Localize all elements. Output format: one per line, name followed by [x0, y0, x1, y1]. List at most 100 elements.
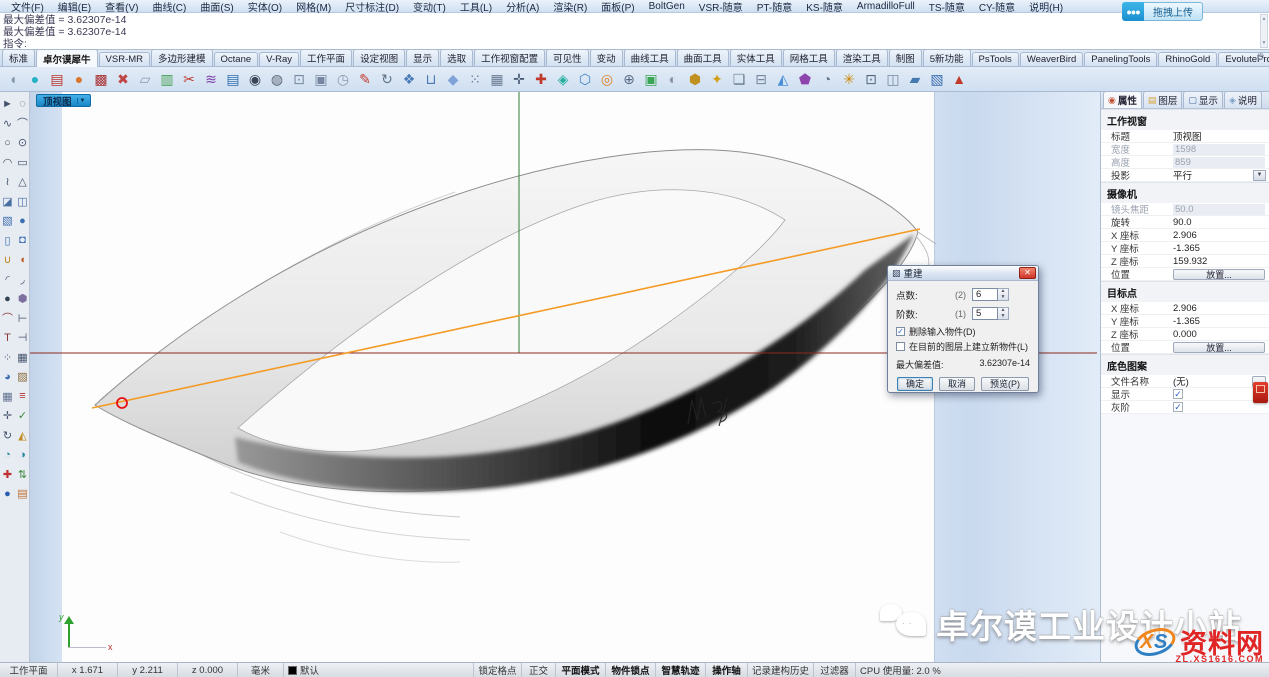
- menu-ts[interactable]: TS-随意: [922, 0, 972, 14]
- cup-tool-icon[interactable]: ⊔: [420, 68, 442, 91]
- sphere-icon[interactable]: ●: [15, 211, 30, 231]
- menu-curve[interactable]: 曲线(C): [145, 0, 193, 14]
- tab-weaverbird[interactable]: WeaverBird: [1020, 52, 1083, 66]
- document-icon[interactable]: ❏: [728, 68, 750, 91]
- blue-cube-icon[interactable]: ▧: [926, 68, 948, 91]
- camera-x-field[interactable]: 2.906: [1173, 230, 1269, 241]
- bar-icon[interactable]: ▰: [904, 68, 926, 91]
- current-layer-row[interactable]: 在目前的图层上建立新物件(L): [896, 340, 1030, 353]
- sweep-surface-icon[interactable]: ◫: [15, 192, 30, 212]
- sphere-blue-icon[interactable]: ●: [0, 484, 15, 504]
- menu-panels[interactable]: 面板(P): [594, 0, 641, 14]
- ok-button[interactable]: 确定: [897, 377, 933, 391]
- status-planar[interactable]: 平面模式: [556, 663, 606, 677]
- box-icon[interactable]: ▧: [0, 211, 15, 231]
- green-panel-icon[interactable]: ▣: [640, 68, 662, 91]
- arc-icon[interactable]: ◠: [0, 153, 15, 173]
- target-place-button[interactable]: 放置...: [1173, 342, 1265, 353]
- status-cplane[interactable]: 工作平面: [0, 663, 58, 677]
- menu-surface[interactable]: 曲面(S): [193, 0, 240, 14]
- menu-boltgen[interactable]: BoltGen: [642, 1, 692, 12]
- plus-red-icon[interactable]: ✚: [530, 68, 552, 91]
- target-x-field[interactable]: 2.906: [1173, 303, 1269, 314]
- minus-box-icon[interactable]: ⊟: [750, 68, 772, 91]
- gold-hex-icon[interactable]: ⬢: [684, 68, 706, 91]
- scissors-icon[interactable]: ✂: [178, 68, 200, 91]
- current-layer-checkbox[interactable]: [896, 342, 905, 351]
- boolean-difference-icon[interactable]: ◖: [15, 250, 30, 270]
- tab-mesh-tools[interactable]: 网格工具: [783, 49, 835, 66]
- camera-frame-icon[interactable]: ▣: [310, 68, 332, 91]
- cross-red-icon[interactable]: ✚: [0, 465, 15, 485]
- gumball-icon[interactable]: ❖: [398, 68, 420, 91]
- menu-solid[interactable]: 实体(O): [241, 0, 289, 14]
- point-count-input[interactable]: 6: [972, 288, 998, 301]
- move-icon[interactable]: ✛: [0, 406, 15, 426]
- prop-gray-row[interactable]: 灰阶: [1101, 401, 1269, 414]
- status-units[interactable]: 毫米: [238, 663, 284, 677]
- menu-file[interactable]: 文件(F): [4, 0, 51, 14]
- dimension-icon[interactable]: ⊣: [15, 328, 30, 348]
- blue-diamond-icon[interactable]: ◆: [442, 68, 464, 91]
- hex-blue-icon[interactable]: ⬡: [574, 68, 596, 91]
- camera-place-button[interactable]: 放置...: [1173, 269, 1265, 280]
- pentagon-purple-icon[interactable]: ⬟: [794, 68, 816, 91]
- tab-pstools[interactable]: PsTools: [972, 52, 1019, 66]
- text-icon[interactable]: T: [0, 328, 15, 348]
- show-checkbox[interactable]: [1173, 389, 1183, 399]
- status-grid-snap[interactable]: 锁定格点: [474, 663, 522, 677]
- rainbow-layers-icon[interactable]: ≋: [200, 68, 222, 91]
- status-gumball[interactable]: 操作轴: [706, 663, 748, 677]
- circle-icon[interactable]: ○: [0, 133, 15, 153]
- polyline-icon[interactable]: △: [15, 172, 30, 192]
- teal-sphere-icon[interactable]: ●: [24, 68, 46, 91]
- tab-solid-tools[interactable]: 实体工具: [730, 49, 782, 66]
- extend-icon[interactable]: ⊢: [15, 309, 30, 329]
- handle-curve-icon[interactable]: ⌒: [15, 114, 30, 134]
- dot-box-icon[interactable]: ⊡: [860, 68, 882, 91]
- pan-frame-icon[interactable]: ⊡: [288, 68, 310, 91]
- degree-stepper[interactable]: ▲▼: [998, 307, 1009, 320]
- tab-vray[interactable]: V-Ray: [259, 52, 299, 66]
- grayscale-checkbox[interactable]: [1173, 402, 1183, 412]
- control-point-curve-icon[interactable]: ∿: [0, 114, 15, 134]
- tab-octane[interactable]: Octane: [214, 52, 259, 66]
- grid-snap-icon[interactable]: ▦: [0, 387, 15, 407]
- move-cross-icon[interactable]: ✛: [508, 68, 530, 91]
- tab-panelingtools[interactable]: PanelingTools: [1084, 52, 1157, 66]
- tab-standard[interactable]: 标准: [2, 49, 35, 66]
- shade-icon[interactable]: ▨: [15, 367, 30, 387]
- ellipse-icon[interactable]: ⊙: [15, 133, 30, 153]
- delete-input-checkbox[interactable]: [896, 327, 905, 336]
- status-history[interactable]: 记录建构历史: [748, 663, 814, 677]
- cage-grid-icon[interactable]: ▦: [486, 68, 508, 91]
- group-icon[interactable]: ▦: [15, 348, 30, 368]
- menu-help[interactable]: 说明(H): [1022, 0, 1070, 14]
- red-bookmark-icon[interactable]: [1253, 382, 1268, 403]
- rotate-view-icon[interactable]: ↻: [376, 68, 398, 91]
- drag-upload-button[interactable]: 拖拽上传: [1144, 2, 1203, 21]
- chevron-down-icon[interactable]: ▼: [77, 98, 88, 104]
- notebook-icon[interactable]: ▤: [222, 68, 244, 91]
- tab-vsr-mr[interactable]: VSR-MR: [99, 52, 150, 66]
- delete-input-row[interactable]: 删除输入物件(D): [896, 325, 1030, 338]
- point-count-stepper[interactable]: ▲▼: [998, 288, 1009, 301]
- tab-new5[interactable]: 5新功能: [923, 49, 971, 66]
- status-smarttrack[interactable]: 智慧轨迹: [656, 663, 706, 677]
- solid-tools-icon[interactable]: ◘: [15, 231, 30, 251]
- rectangle-icon[interactable]: ▭: [15, 153, 30, 173]
- camera-z-field[interactable]: 159.932: [1173, 256, 1269, 267]
- chevron-down-icon[interactable]: ▼: [1253, 170, 1266, 181]
- red-flag-icon[interactable]: ▲: [948, 68, 970, 91]
- rotate-icon[interactable]: ↻: [0, 426, 15, 446]
- menu-analyze[interactable]: 分析(A): [499, 0, 546, 14]
- viewport-title-value[interactable]: 顶视图: [1173, 129, 1269, 143]
- close-button[interactable]: ✕: [1019, 267, 1036, 279]
- check-icon[interactable]: ✓: [15, 406, 30, 426]
- lasso-select-icon[interactable]: ◌: [15, 94, 30, 114]
- menu-mesh[interactable]: 网格(M): [289, 0, 338, 14]
- fillet-icon[interactable]: ◜: [0, 270, 15, 290]
- panel-tab-properties[interactable]: ◉ 属性: [1103, 91, 1142, 108]
- tab-setview[interactable]: 设定视图: [353, 49, 405, 66]
- tab-display[interactable]: 显示: [406, 49, 439, 66]
